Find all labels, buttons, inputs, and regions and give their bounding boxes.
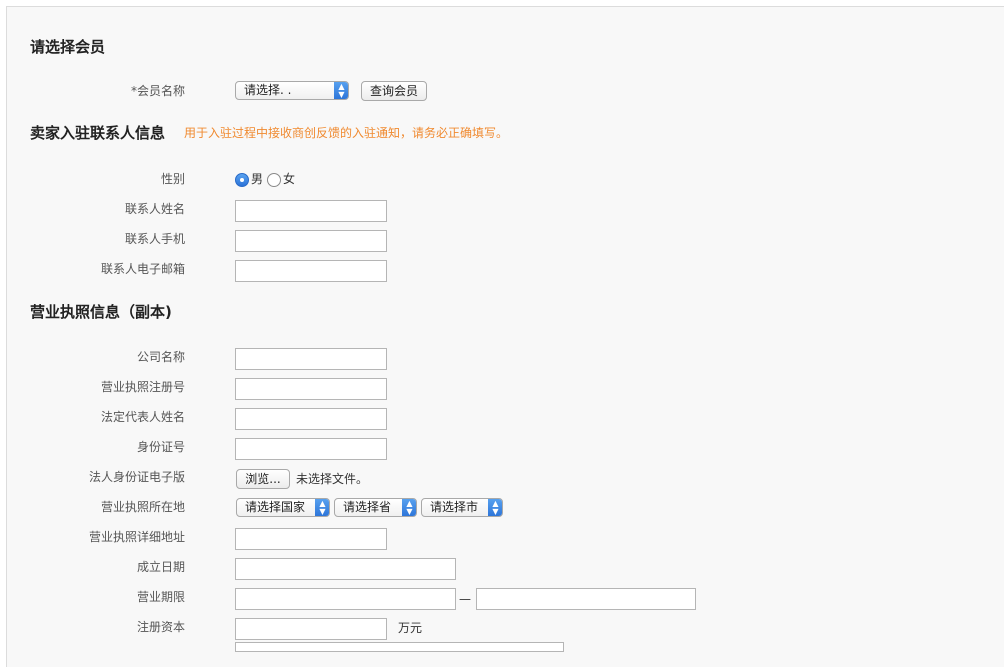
city-select[interactable]: 请选择市 ▲ ▼ [421,498,503,517]
select-arrows-icon: ▲ ▼ [315,499,329,516]
license-number-label: 营业执照注册号 [100,380,185,394]
query-member-button[interactable]: 查询会员 [361,81,427,101]
capital-unit: 万元 [398,621,423,635]
country-select[interactable]: 请选择国家 ▲ ▼ [236,498,330,517]
company-name-label: 公司名称 [136,350,185,364]
license-address-label: 营业执照详细地址 [88,530,185,544]
member-select[interactable]: 请选择. . ▲ ▼ [235,81,349,100]
legal-rep-label: 法定代表人姓名 [100,410,185,424]
business-term-end-input[interactable] [476,588,696,610]
browse-button[interactable]: 浏览... [236,469,290,489]
contact-name-input[interactable] [235,200,387,222]
registered-capital-label: 注册资本 [136,620,185,634]
company-name-input[interactable] [235,348,387,370]
term-separator: — [459,592,471,606]
contact-phone-label: 联系人手机 [124,232,185,246]
city-select-value: 请选择市 [430,500,479,514]
member-name-label: *会员名称 [130,84,185,98]
license-section-title: 营业执照信息（副本) [30,303,172,321]
contact-phone-input[interactable] [235,230,387,252]
select-arrows-icon: ▲ ▼ [334,82,348,99]
contact-email-label: 联系人电子邮箱 [100,262,185,276]
select-arrows-icon: ▲ ▼ [488,499,502,516]
next-field-input[interactable] [235,642,564,652]
license-location-label: 营业执照所在地 [100,500,185,514]
license-address-input[interactable] [235,528,387,550]
founded-date-input[interactable] [235,558,456,580]
contact-section-note: 用于入驻过程中接收商创反馈的入驻通知，请务必正确填写。 [184,126,509,140]
member-select-value: 请选择. . [244,83,292,97]
gender-male-radio[interactable] [235,173,249,187]
gender-female-label[interactable]: 女 [283,171,295,187]
contact-name-label: 联系人姓名 [124,202,185,216]
founded-date-label: 成立日期 [136,560,185,574]
business-term-label: 营业期限 [136,590,185,604]
province-select[interactable]: 请选择省 ▲ ▼ [334,498,417,517]
registered-capital-input[interactable] [235,618,387,640]
province-select-value: 请选择省 [343,500,392,514]
member-section-title: 请选择会员 [30,38,106,56]
gender-male-label[interactable]: 男 [251,171,263,187]
license-number-input[interactable] [235,378,387,400]
contact-section-title: 卖家入驻联系人信息 [30,124,166,142]
gender-label: 性别 [160,172,185,186]
no-file-text: 未选择文件。 [296,472,369,486]
id-file-label: 法人身份证电子版 [88,470,185,484]
business-term-start-input[interactable] [235,588,456,610]
id-number-input[interactable] [235,438,387,460]
country-select-value: 请选择国家 [245,500,306,514]
contact-email-input[interactable] [235,260,387,282]
gender-female-radio[interactable] [267,173,281,187]
id-number-label: 身份证号 [136,440,185,454]
select-arrows-icon: ▲ ▼ [402,499,416,516]
legal-rep-input[interactable] [235,408,387,430]
